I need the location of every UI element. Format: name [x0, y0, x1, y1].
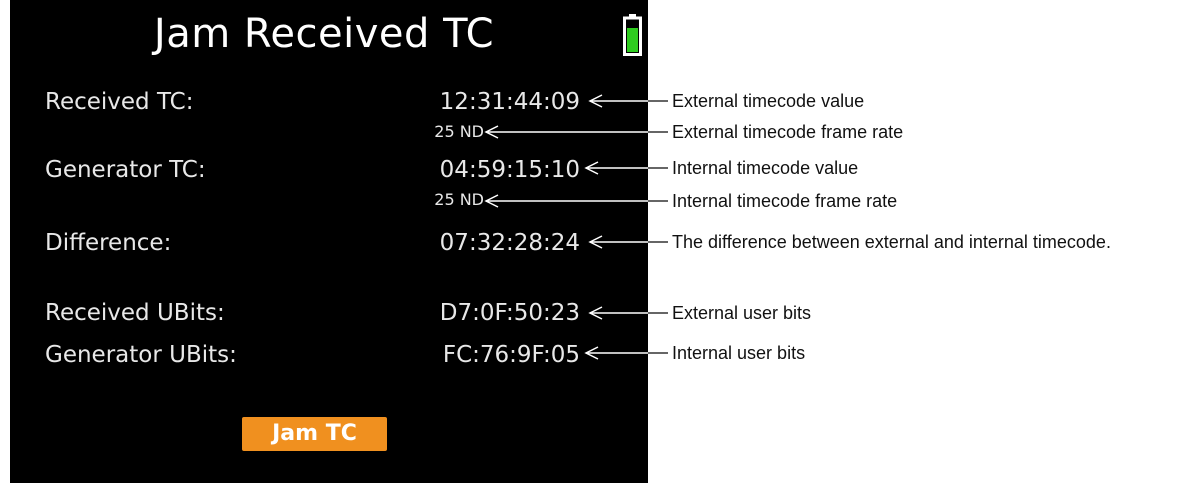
generator-tc-rate: 25 ND	[434, 190, 484, 209]
annotation-external-user-bits: External user bits	[672, 303, 812, 323]
received-ubits-value: D7:0F:50:23	[439, 300, 580, 326]
difference-value: 07:32:28:24	[439, 230, 580, 256]
annotation-internal-user-bits: Internal user bits	[672, 343, 806, 363]
annotation-internal-tc-rate: Internal timecode frame rate	[672, 191, 898, 211]
generator-ubits-label: Generator UBits:	[45, 342, 237, 368]
generator-tc-label: Generator TC:	[45, 157, 206, 183]
device-screen: Jam Received TC Received TC: 12:31:44:09…	[10, 0, 648, 483]
received-tc-label: Received TC:	[45, 89, 194, 115]
jam-tc-button[interactable]: Jam TC	[242, 417, 387, 451]
generator-ubits-value: FC:76:9F:05	[442, 342, 580, 368]
annotation-internal-tc-value: Internal timecode value	[672, 158, 859, 178]
generator-tc-value: 04:59:15:10	[439, 157, 580, 183]
annotation-external-tc-value: External timecode value	[672, 91, 865, 111]
annotation-external-tc-rate: External timecode frame rate	[672, 122, 904, 142]
received-tc-rate: 25 ND	[434, 122, 484, 141]
received-ubits-label: Received UBits:	[45, 300, 225, 326]
screen-title: Jam Received TC	[153, 11, 495, 57]
annotation-difference: The difference between external and inte…	[672, 232, 1111, 252]
difference-label: Difference:	[45, 230, 172, 256]
battery-icon	[623, 14, 642, 56]
received-tc-value: 12:31:44:09	[439, 89, 580, 115]
